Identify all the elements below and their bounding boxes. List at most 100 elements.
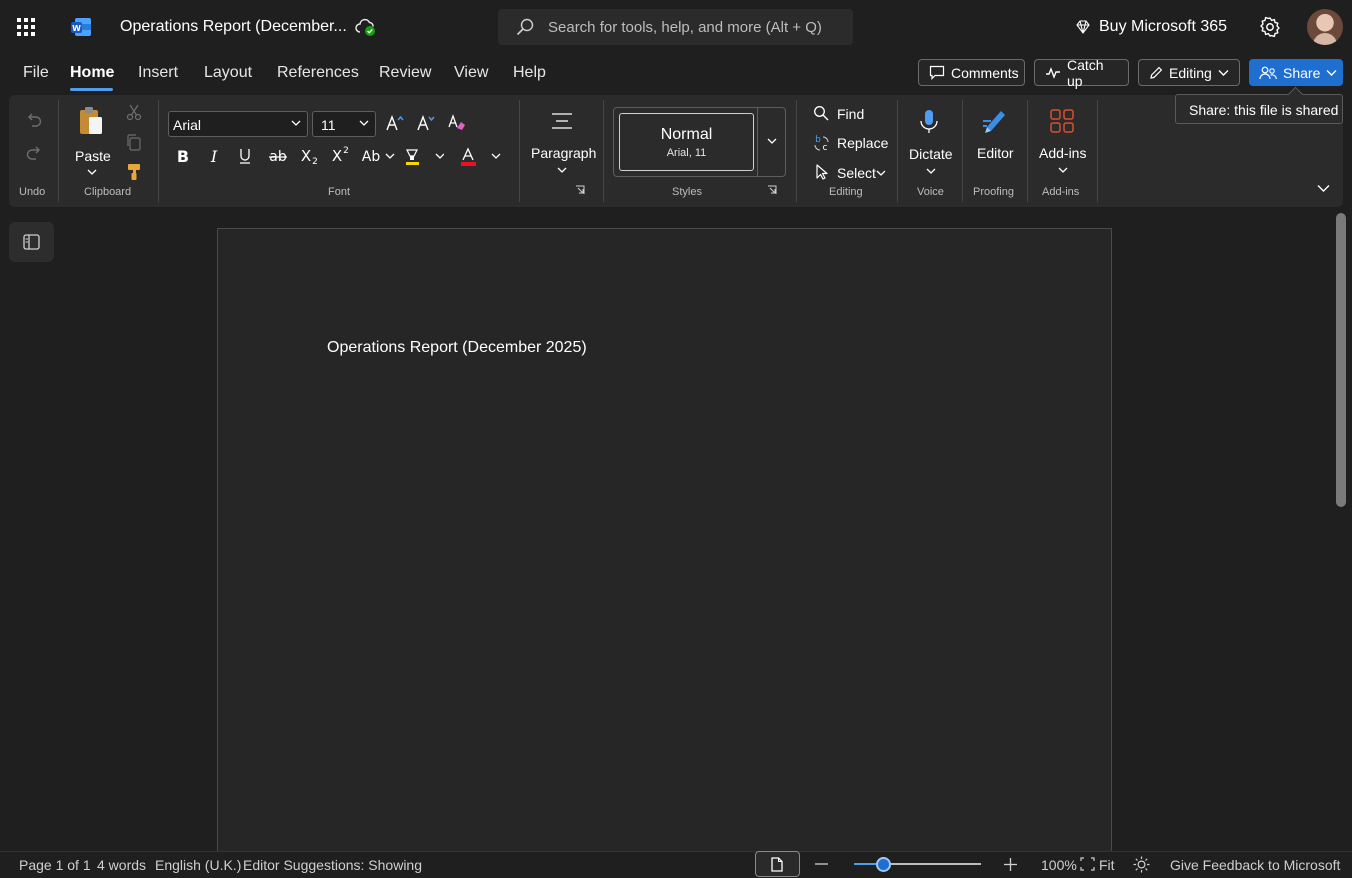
buy-microsoft-365-button[interactable]: Buy Microsoft 365 — [1075, 18, 1227, 36]
grow-font-icon[interactable] — [385, 113, 405, 133]
chevron-down-icon[interactable] — [926, 168, 936, 175]
select-cursor-icon[interactable] — [814, 164, 830, 180]
people-icon — [1259, 66, 1277, 80]
editor-pen-icon[interactable] — [981, 107, 1009, 135]
clear-formatting-icon[interactable] — [447, 113, 467, 133]
tab-view[interactable]: View — [454, 64, 488, 82]
add-ins-grid-icon[interactable] — [1049, 108, 1075, 134]
paste-label[interactable]: Paste — [75, 148, 111, 164]
group-label-undo: Undo — [19, 186, 46, 198]
font-name-dropdown[interactable]: Arial — [168, 111, 308, 137]
change-case-icon[interactable]: Ab — [362, 147, 396, 165]
dialog-launcher-icon[interactable] — [575, 185, 585, 195]
give-feedback-link[interactable]: Give Feedback to Microsoft — [1170, 857, 1340, 873]
redo-icon[interactable] — [25, 144, 43, 162]
tab-file[interactable]: File — [23, 64, 49, 82]
shrink-font-icon[interactable] — [416, 113, 436, 133]
svg-text:X: X — [301, 147, 311, 165]
saved-to-cloud-icon[interactable] — [355, 17, 377, 37]
undo-icon[interactable] — [25, 111, 43, 129]
zoom-slider-thumb[interactable] — [875, 857, 891, 872]
search-box[interactable]: Search for tools, help, and more (Alt + … — [498, 9, 853, 45]
chevron-down-icon[interactable] — [557, 167, 567, 174]
dialog-launcher-icon[interactable] — [767, 185, 777, 195]
ribbon-expand-chevron-icon[interactable] — [1317, 184, 1330, 193]
fit-label[interactable]: Fit — [1099, 857, 1115, 873]
document-body-text[interactable]: Operations Report (December 2025) — [327, 339, 587, 357]
tab-help[interactable]: Help — [513, 64, 546, 82]
app-launcher-icon[interactable] — [15, 16, 37, 38]
print-layout-view-button[interactable] — [755, 851, 800, 877]
catch-up-button[interactable]: Catch up — [1034, 57, 1129, 89]
italic-icon[interactable]: I — [206, 147, 222, 165]
user-avatar[interactable] — [1307, 9, 1343, 45]
replace-icon[interactable]: bc — [813, 134, 831, 152]
style-normal[interactable]: Normal Arial, 11 — [619, 113, 754, 171]
underline-icon[interactable] — [237, 147, 253, 165]
word-logo-icon[interactable]: W — [70, 16, 92, 38]
title-bar: W Operations Report (December... Search … — [0, 0, 1352, 54]
superscript-icon[interactable]: X2 — [330, 145, 350, 163]
zoom-percentage[interactable]: 100% — [1041, 857, 1077, 873]
highlight-color-icon[interactable] — [404, 147, 444, 167]
group-divider — [796, 100, 797, 202]
vertical-scrollbar[interactable] — [1336, 213, 1346, 507]
dictate-label[interactable]: Dictate — [909, 146, 953, 162]
tab-home[interactable]: Home — [70, 64, 114, 82]
tab-review[interactable]: Review — [379, 64, 431, 82]
strikethrough-icon[interactable]: ab — [268, 147, 288, 165]
chevron-down-icon[interactable] — [87, 169, 97, 176]
document-page[interactable] — [217, 228, 1112, 868]
group-label-font: Font — [328, 186, 351, 198]
tab-insert[interactable]: Insert — [138, 64, 178, 82]
paragraph-label[interactable]: Paragraph — [531, 145, 596, 161]
page-view-icon — [771, 857, 783, 872]
settings-gear-icon[interactable] — [1259, 16, 1281, 38]
navigation-pane-icon — [23, 234, 40, 250]
document-title[interactable]: Operations Report (December... — [120, 18, 347, 36]
svg-text:c: c — [823, 143, 828, 152]
group-divider — [962, 100, 963, 202]
tab-references[interactable]: References — [277, 64, 359, 82]
svg-text:b: b — [815, 135, 821, 145]
group-label-proofing: Proofing — [973, 186, 1014, 198]
chevron-down-icon[interactable] — [1058, 167, 1068, 174]
chevron-down-icon[interactable] — [876, 170, 886, 177]
fit-icon[interactable] — [1080, 857, 1095, 871]
language-indicator[interactable]: English (U.K.) — [155, 857, 241, 873]
style-name: Normal — [660, 126, 713, 143]
microphone-icon[interactable] — [919, 109, 939, 135]
replace-label[interactable]: Replace — [837, 135, 888, 151]
share-tooltip: Share: this file is shared — [1175, 94, 1343, 124]
group-divider — [58, 100, 59, 202]
editor-suggestions-status[interactable]: Editor Suggestions: Showing — [243, 857, 422, 873]
comments-button[interactable]: Comments — [918, 59, 1025, 86]
brightness-sun-icon[interactable] — [1133, 856, 1150, 873]
font-color-icon[interactable] — [460, 147, 502, 167]
paragraph-align-icon[interactable] — [551, 112, 573, 130]
find-search-icon[interactable] — [813, 105, 829, 121]
zoom-out-icon[interactable] — [815, 863, 828, 865]
navigation-pane-button[interactable] — [9, 222, 54, 262]
find-label[interactable]: Find — [837, 106, 864, 122]
format-painter-icon[interactable] — [126, 163, 142, 181]
clipboard-paste-icon[interactable] — [78, 106, 104, 136]
subscript-icon[interactable]: X2 — [299, 147, 319, 165]
share-button[interactable]: Share — [1249, 59, 1343, 86]
editor-label[interactable]: Editor — [977, 145, 1014, 161]
buy-label: Buy Microsoft 365 — [1099, 18, 1228, 35]
page-count[interactable]: Page 1 of 1 — [19, 857, 91, 873]
select-label[interactable]: Select — [837, 165, 876, 181]
zoom-in-icon[interactable] — [1004, 858, 1017, 871]
group-label-editing: Editing — [829, 186, 863, 198]
font-size-dropdown[interactable]: 11 — [312, 111, 376, 137]
editing-mode-button[interactable]: Editing — [1138, 59, 1240, 86]
tab-layout[interactable]: Layout — [204, 64, 252, 82]
bold-icon[interactable]: B — [175, 147, 191, 165]
word-count[interactable]: 4 words — [97, 857, 146, 873]
cut-scissors-icon[interactable] — [126, 104, 142, 121]
styles-expand-chevron-icon[interactable] — [767, 138, 777, 145]
copy-icon[interactable] — [126, 134, 142, 151]
add-ins-label[interactable]: Add-ins — [1039, 145, 1086, 161]
active-tab-indicator — [70, 88, 113, 91]
